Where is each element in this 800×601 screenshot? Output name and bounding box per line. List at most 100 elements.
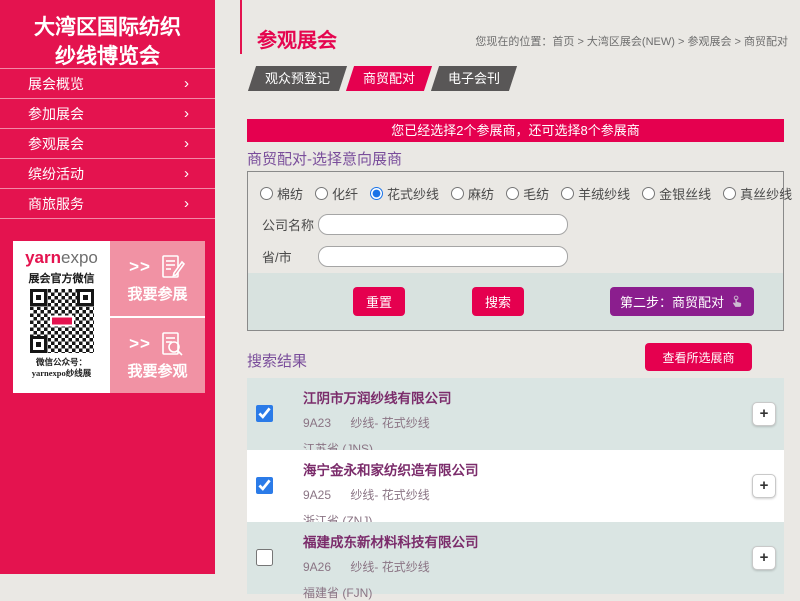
view-selected-button[interactable]: 查看所选展商 (645, 343, 752, 371)
wechat-title: 展会官方微信 (13, 270, 110, 286)
province-label: 省/市 (262, 247, 318, 266)
category-text: 纱线- 花式纱线 (350, 488, 429, 502)
site-title: 大湾区国际纺织 纱线博览会 (0, 13, 215, 71)
results-title: 搜索结果 (247, 350, 307, 371)
wechat-account: 微信公众号： yarnexpo纱线展 (13, 357, 110, 379)
tab-preregistration[interactable]: 观众预登记 (248, 66, 347, 91)
radio-option-silk[interactable]: 真丝纱线 (723, 184, 792, 203)
double-chevron-icon: >> (129, 334, 151, 354)
cta-exhibit-label: 我要参展 (127, 283, 187, 304)
matching-section-title: 商贸配对-选择意向展商 (247, 148, 402, 169)
radio-label: 棉纺 (277, 184, 303, 203)
tab-business-matching[interactable]: 商贸配对 (346, 66, 432, 91)
sidebar-item-events[interactable]: 缤纷活动 › (0, 159, 215, 189)
cta-panels: >> 我要参展 >> (110, 241, 205, 393)
sidebar-item-label: 参加展会 (28, 104, 84, 124)
sidebar-item-overview[interactable]: 展会概览 › (0, 69, 215, 99)
sidebar-item-label: 展会概览 (28, 74, 84, 94)
radio-label: 真丝纱线 (740, 184, 792, 203)
booth-number: 9A26 (303, 560, 331, 574)
booth-category: 9A26 纱线- 花式纱线 (303, 558, 784, 575)
radio-option-metallic[interactable]: 金银丝线 (642, 184, 711, 203)
site-title-line1: 大湾区国际纺织 (0, 13, 215, 42)
result-row: 福建成东新材料科技有限公司 9A26 纱线- 花式纱线 福建省 (FJN) + (247, 522, 784, 594)
booth-number: 9A23 (303, 416, 331, 430)
radio-option-chemical-fiber[interactable]: 化纤 (315, 184, 358, 203)
form-magnifier-icon (158, 330, 186, 358)
category-radio-group: 棉纺 化纤 花式纱线 麻纺 毛纺 羊绒纱线 金银丝线 真丝纱线 其它 全选 (248, 172, 783, 203)
wechat-panel: yarnexpo 展会官方微信 微信公众号： yarnexpo纱线展 (13, 241, 110, 393)
booth-category: 9A23 纱线- 花式纱线 (303, 414, 784, 431)
radio-input[interactable] (260, 187, 273, 200)
radio-label: 麻纺 (468, 184, 494, 203)
radio-input[interactable] (370, 187, 383, 200)
select-exhibitor-checkbox[interactable] (256, 405, 273, 422)
filter-actions-bar: 重置 搜索 第二步：商贸配对 (248, 273, 783, 330)
radio-label: 羊绒纱线 (578, 184, 630, 203)
company-name-row: 公司名称 (262, 214, 783, 235)
chevron-right-icon: › (184, 106, 189, 121)
company-name-input[interactable] (318, 214, 568, 235)
radio-label: 化纤 (332, 184, 358, 203)
add-exhibitor-button[interactable]: + (752, 402, 776, 426)
add-exhibitor-button[interactable]: + (752, 546, 776, 570)
radio-label: 花式纱线 (387, 184, 439, 203)
province-row: 省/市 (262, 246, 783, 267)
form-pencil-icon (158, 253, 186, 281)
radio-option-cashmere[interactable]: 羊绒纱线 (561, 184, 630, 203)
radio-input[interactable] (642, 187, 655, 200)
sidebar-item-label: 缤纷活动 (28, 164, 84, 184)
radio-input[interactable] (723, 187, 736, 200)
qr-finder-icon (30, 289, 47, 306)
sidebar-item-exhibit[interactable]: 参加展会 › (0, 99, 215, 129)
province-input[interactable] (318, 246, 568, 267)
radio-input[interactable] (315, 187, 328, 200)
step2-label: 第二步：商贸配对 (620, 292, 724, 311)
page-title: 参观展会 (257, 24, 337, 53)
yarnexpo-logo: yarnexpo (13, 248, 110, 268)
hand-click-icon (731, 295, 744, 309)
filter-box: 棉纺 化纤 花式纱线 麻纺 毛纺 羊绒纱线 金银丝线 真丝纱线 其它 全选 公司… (247, 171, 784, 331)
chevron-right-icon: › (184, 136, 189, 151)
booth-number: 9A25 (303, 488, 331, 502)
add-exhibitor-button[interactable]: + (752, 474, 776, 498)
radio-option-linen[interactable]: 麻纺 (451, 184, 494, 203)
reset-button[interactable]: 重置 (353, 287, 405, 316)
sidebar-menu: 展会概览 › 参加展会 › 参观展会 › 缤纷活动 › 商旅服务 › (0, 68, 215, 219)
sidebar: 大湾区国际纺织 纱线博览会 展会概览 › 参加展会 › 参观展会 › 缤纷活动 … (0, 0, 215, 574)
tab-label: 电子会刊 (448, 66, 500, 91)
sidebar-item-visit[interactable]: 参观展会 › (0, 129, 215, 159)
radio-option-wool[interactable]: 毛纺 (506, 184, 549, 203)
company-name[interactable]: 福建成东新材料科技有限公司 (303, 531, 784, 551)
chevron-right-icon: › (184, 166, 189, 181)
radio-input[interactable] (506, 187, 519, 200)
breadcrumb[interactable]: 您现在的位置：首页 > 大湾区展会(NEW) > 参观展会 > 商贸配对 (475, 33, 788, 49)
tab-e-catalogue[interactable]: 电子会刊 (431, 66, 517, 91)
select-exhibitor-checkbox[interactable] (256, 477, 273, 494)
radio-option-fancy-yarn[interactable]: 花式纱线 (370, 184, 439, 203)
wechat-account-name: yarnexpo纱线展 (13, 368, 110, 379)
cta-visit-label: 我要参观 (127, 360, 187, 381)
tab-label: 商贸配对 (363, 66, 415, 91)
double-chevron-icon: >> (129, 257, 151, 277)
radio-option-cotton[interactable]: 棉纺 (260, 184, 303, 203)
radio-label: 毛纺 (523, 184, 549, 203)
radio-input[interactable] (451, 187, 464, 200)
chevron-right-icon: › (184, 196, 189, 211)
cta-visit-button[interactable]: >> 我要参观 (110, 318, 205, 393)
step2-matching-button[interactable]: 第二步：商贸配对 (610, 287, 754, 316)
select-exhibitor-checkbox[interactable] (256, 549, 273, 566)
category-text: 纱线- 花式纱线 (350, 560, 429, 574)
company-name[interactable]: 江阴市万润纱线有限公司 (303, 387, 784, 407)
sidebar-item-travel[interactable]: 商旅服务 › (0, 189, 215, 219)
cta-exhibit-button[interactable]: >> 我要参展 (110, 241, 205, 318)
result-row: 江阴市万润纱线有限公司 9A23 纱线- 花式纱线 江苏省 (JNS) + (247, 378, 784, 450)
sidebar-item-label: 参观展会 (28, 134, 84, 154)
results-list: 江阴市万润纱线有限公司 9A23 纱线- 花式纱线 江苏省 (JNS) + 海宁… (247, 378, 784, 594)
company-name-label: 公司名称 (262, 215, 318, 234)
radio-input[interactable] (561, 187, 574, 200)
chevron-right-icon: › (184, 76, 189, 91)
qr-finder-icon (30, 336, 47, 353)
company-name[interactable]: 海宁金永和家纺织造有限公司 (303, 459, 784, 479)
search-button[interactable]: 搜索 (472, 287, 524, 316)
